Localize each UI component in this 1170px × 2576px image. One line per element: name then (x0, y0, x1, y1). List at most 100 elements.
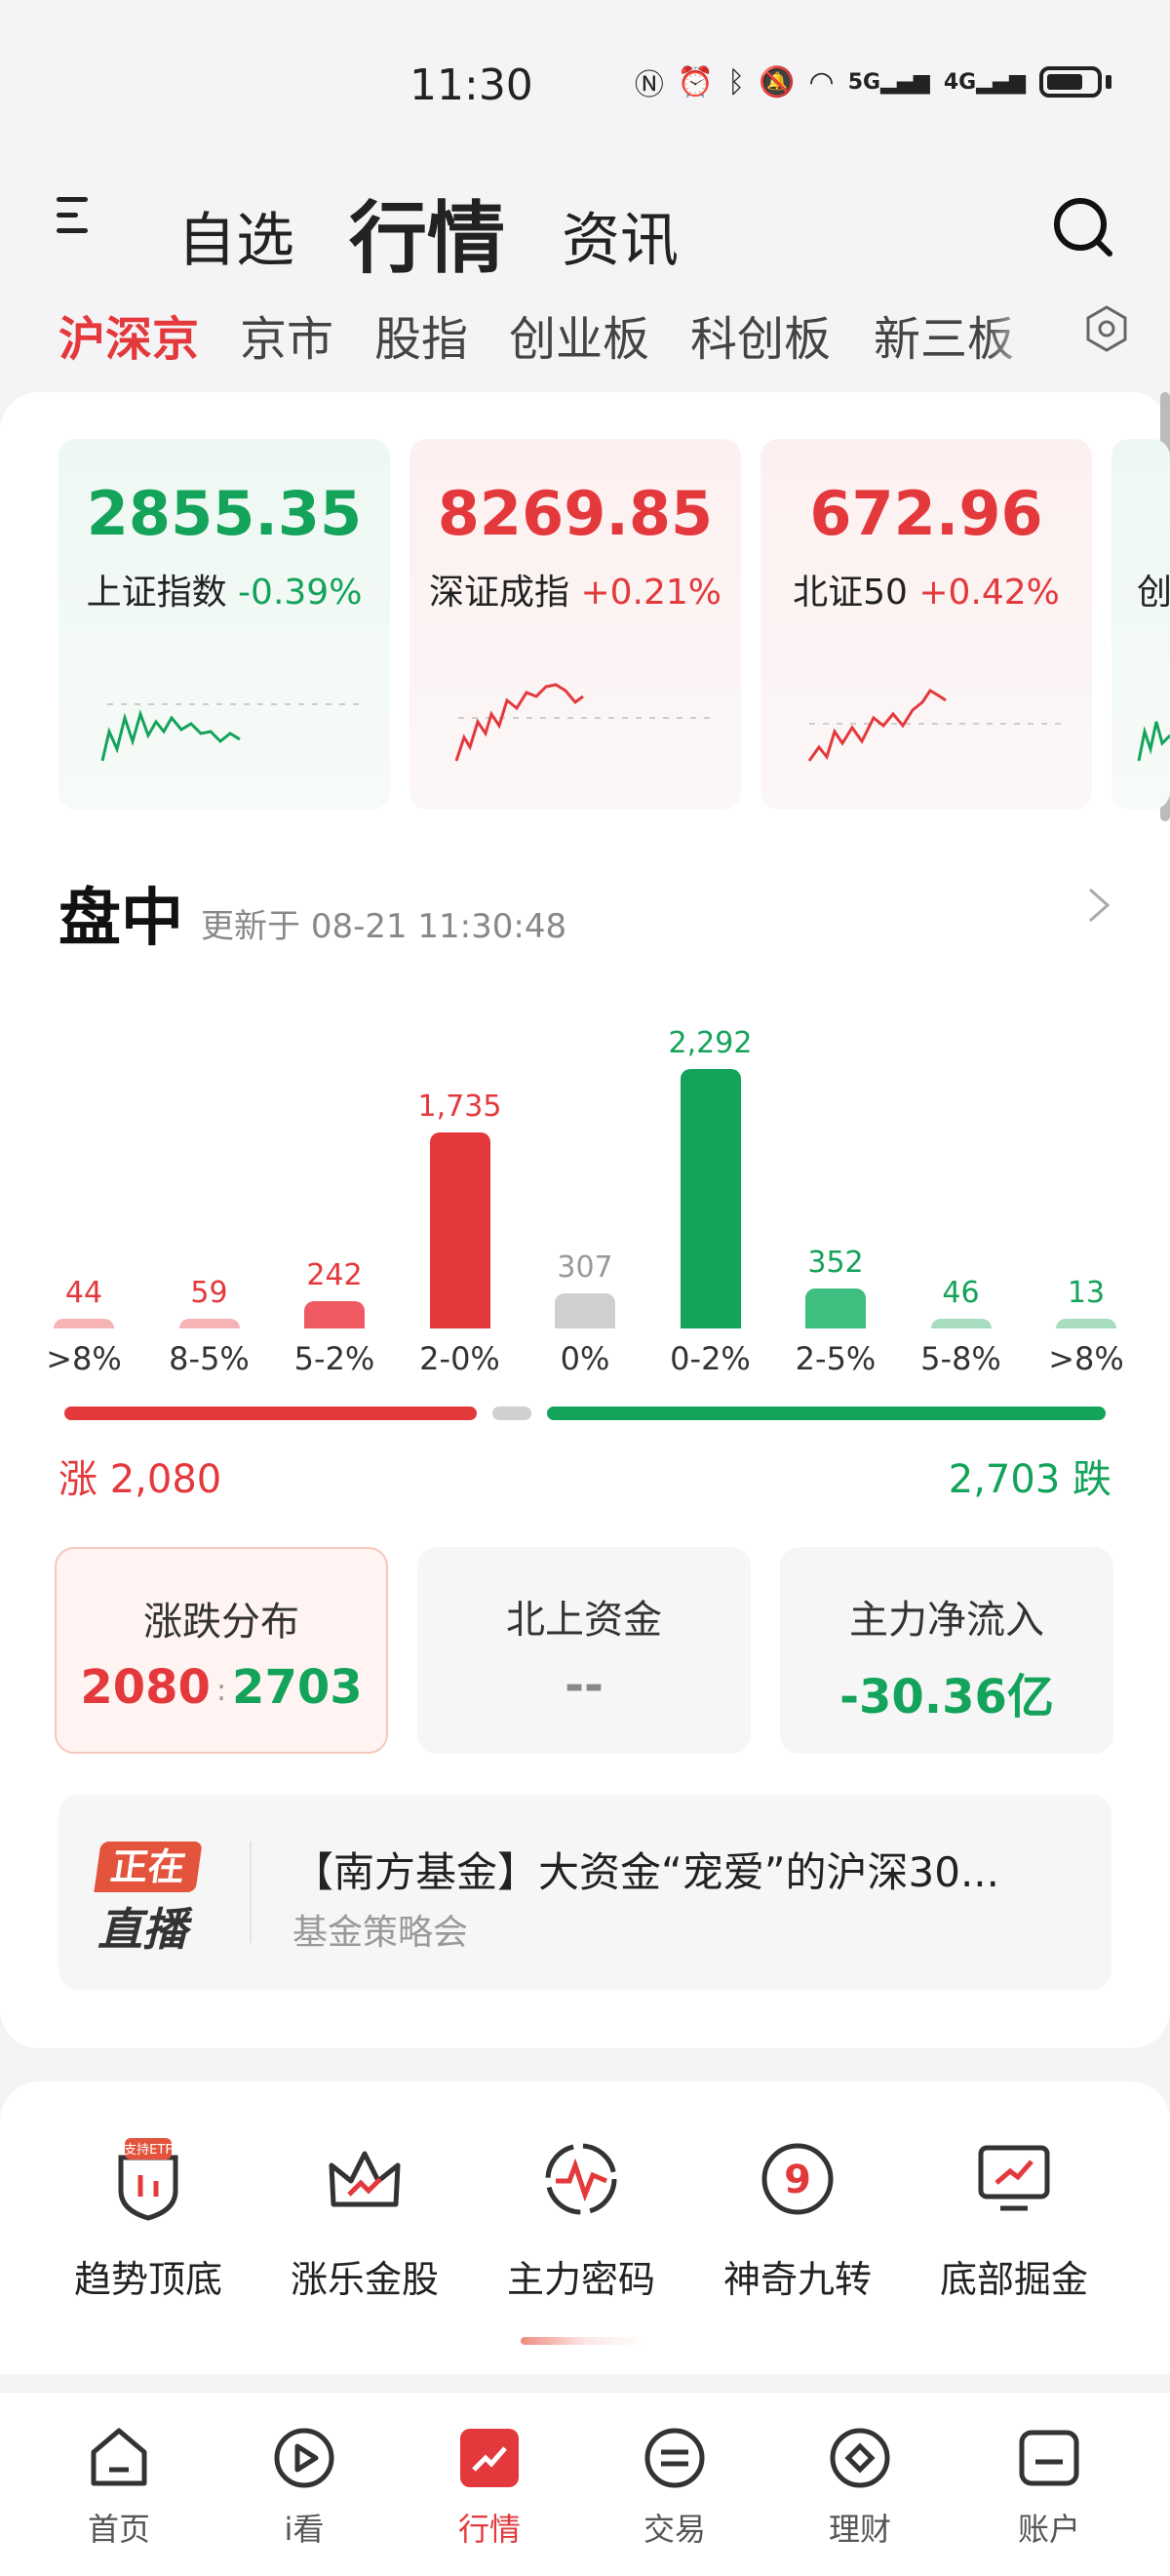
distribution-bar (680, 1069, 741, 1328)
sparkline (1137, 721, 1170, 762)
tool-main-code[interactable]: 主力密码 (484, 2136, 679, 2303)
tab-news[interactable]: 资讯 (562, 193, 679, 278)
index-card-shanghai[interactable]: 2855.35 上证指数 -0.39% (58, 439, 390, 810)
chevron-right-icon[interactable] (1084, 886, 1113, 925)
tool-label: 底部掘金 (939, 2258, 1088, 2301)
distribution-bar (304, 1300, 365, 1328)
nav-watch[interactable]: i看 (236, 2423, 372, 2550)
wifi-icon: ◠ (808, 64, 835, 99)
nav-home[interactable]: 首页 (51, 2423, 187, 2550)
distribution-bar (429, 1131, 490, 1328)
tab-watchlist[interactable]: 自选 (177, 193, 294, 278)
distribution-count: 44 (64, 1276, 103, 1310)
alarm-icon: ⏰ (677, 64, 715, 99)
tool-bottom-gold[interactable]: 底部掘金 (916, 2136, 1112, 2303)
market-tab-jingshi[interactable]: 京市 (240, 300, 333, 369)
distribution-bar (178, 1319, 240, 1328)
distribution-count: 2,292 (668, 1026, 753, 1060)
market-tab-hushenjing[interactable]: 沪深京 (58, 300, 199, 369)
distribution-count: 307 (557, 1250, 613, 1286)
stat-northbound[interactable]: 北上资金 -- (417, 1547, 751, 1754)
stat-main-netflow[interactable]: 主力净流入 -30.36亿 (780, 1547, 1113, 1754)
play-icon (274, 2428, 334, 2488)
index-name: 上证指数 (86, 573, 227, 613)
settings-icon[interactable] (1082, 304, 1131, 353)
distribution-category: 2-0% (419, 1340, 500, 1377)
nav-market[interactable]: 行情 (421, 2423, 558, 2550)
index-change: -0.39% (238, 573, 363, 613)
index-name: 北证50 (793, 573, 908, 613)
index-card-chuangye-partial[interactable]: 创 (1112, 439, 1170, 810)
stat-title: 北上资金 (506, 1598, 662, 1643)
page-indicator (521, 2337, 647, 2345)
distribution-category: 0-2% (670, 1340, 751, 1377)
market-tab-kechuang[interactable]: 科创板 (690, 300, 831, 369)
up-total-label: 涨 2,080 (58, 1457, 222, 1502)
nine-circle-icon: 9 (761, 2143, 834, 2215)
status-time: 11:30 (410, 60, 533, 110)
update-time: 更新于 08-21 11:30:48 (201, 907, 567, 946)
distribution-count: 59 (190, 1276, 228, 1310)
index-card-beijing50[interactable]: 672.96 北证50 +0.42% (760, 439, 1092, 810)
tab-market[interactable]: 行情 (349, 176, 505, 289)
search-icon[interactable] (1051, 195, 1113, 258)
nav-account[interactable]: 账户 (981, 2423, 1117, 2550)
distribution-bar (1056, 1319, 1116, 1328)
distribution-category: 0% (560, 1340, 610, 1377)
index-card-shenzhen[interactable]: 8269.85 深证成指 +0.21% (410, 439, 741, 810)
index-change: +0.42% (918, 573, 1060, 613)
nav-trade[interactable]: 交易 (606, 2423, 743, 2550)
market-tab-chuangye[interactable]: 创业板 (509, 300, 649, 369)
tool-label: 涨乐金股 (290, 2258, 439, 2301)
battery-icon (1039, 66, 1102, 98)
pulse-circle-icon (545, 2143, 617, 2215)
distribution-bar (555, 1293, 615, 1328)
stat-value: -30.36亿 (839, 1670, 1054, 1724)
exchange-icon (644, 2428, 705, 2488)
distribution-count: 13 (1067, 1276, 1106, 1310)
live-banner[interactable]: 正在 直播 【南方基金】大资金“宠爱”的沪深30... 基金策略会 (58, 1795, 1112, 1990)
monitor-chart-icon (978, 2145, 1050, 2211)
flat-summary-bar (492, 1407, 532, 1420)
live-badge-icon: 正在 直播 (94, 1842, 213, 1956)
tool-magic-nine[interactable]: 9 神奇九转 (700, 2136, 895, 2303)
stat-value: 2080:2703 (80, 1660, 363, 1715)
nav-wealth[interactable]: 理财 (792, 2423, 928, 2550)
tool-label: 神奇九转 (722, 2258, 872, 2301)
tool-label: 趋势顶底 (73, 2258, 222, 2301)
distribution-count: 1,735 (417, 1089, 502, 1124)
distribution-category: >8% (1048, 1340, 1124, 1377)
home-icon (91, 2428, 147, 2486)
market-tab-guzhi[interactable]: 股指 (374, 300, 468, 369)
signal-5g-icon: 5G▂▄▆ (847, 69, 930, 95)
mute-icon: 🔕 (759, 64, 796, 99)
menu-icon[interactable] (57, 193, 99, 236)
distribution-count: 242 (306, 1257, 363, 1292)
wealth-icon (830, 2428, 890, 2488)
stat-rise-fall[interactable]: 涨跌分布 2080:2703 (55, 1547, 388, 1754)
tool-label: 主力密码 (506, 2258, 655, 2301)
trend-shield-icon: 支持ETF (118, 2138, 178, 2221)
market-icon (460, 2429, 519, 2487)
down-total-label: 2,703 跌 (948, 1457, 1112, 1502)
distribution-bar (54, 1319, 114, 1328)
index-value: 8269.85 (437, 478, 714, 549)
sparkline (454, 683, 712, 762)
index-name: 创 (1137, 573, 1170, 613)
live-subtitle: 基金策略会 (292, 1913, 469, 1953)
account-icon (1019, 2430, 1079, 2486)
nfc-icon: Ⓝ (634, 68, 664, 102)
index-name: 深证成指 (429, 573, 570, 613)
tool-trend-top-bottom[interactable]: 支持ETF 趋势顶底 (51, 2136, 246, 2303)
distribution-category: 2-5% (795, 1340, 877, 1377)
distribution-category: 8-5% (169, 1340, 250, 1377)
stat-value: -- (565, 1658, 604, 1713)
sparkline (100, 703, 361, 762)
distribution-bar (805, 1288, 866, 1328)
distribution-category: 5-2% (293, 1340, 375, 1377)
index-value: 672.96 (809, 478, 1043, 549)
tool-zhangle-gold[interactable]: 涨乐金股 (267, 2136, 462, 2303)
intraday-title: 盘中 (58, 883, 183, 955)
index-value: 2855.35 (86, 478, 363, 549)
svg-text:9: 9 (784, 2158, 811, 2202)
